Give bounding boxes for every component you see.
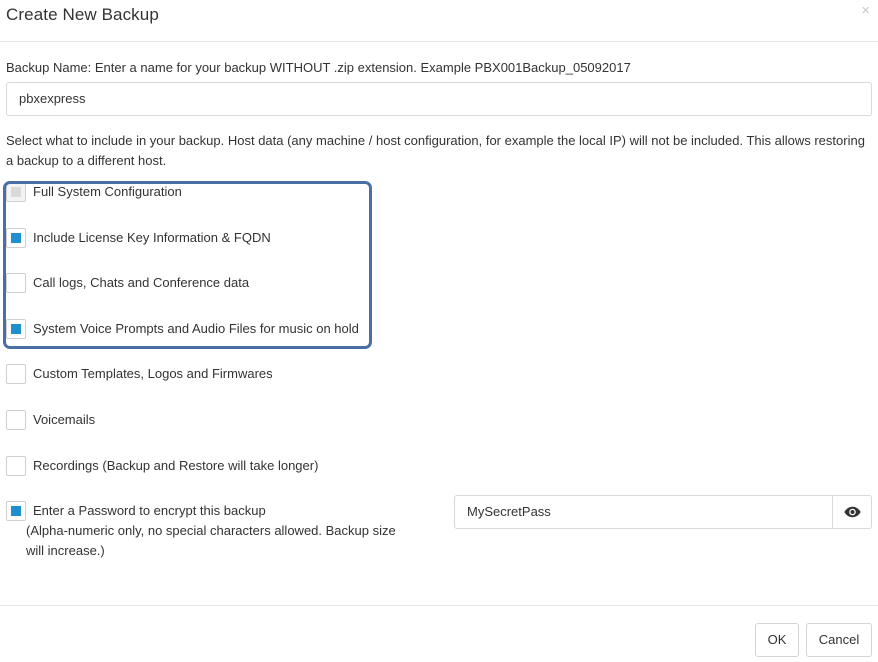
backup-contents-description: Select what to include in your backup. H…	[6, 133, 865, 168]
checkbox-custom-templates[interactable]	[6, 364, 26, 384]
password-input[interactable]: MySecretPass	[454, 495, 834, 529]
checkbox-voice-prompts-audio[interactable]	[6, 319, 26, 339]
ok-button[interactable]: OK	[755, 623, 799, 657]
create-backup-dialog: Create New Backup × Backup Name: Enter a…	[0, 0, 878, 662]
checkbox-license-key-fqdn[interactable]	[6, 228, 26, 248]
option-label: Voicemails	[33, 412, 96, 427]
password-note: (Alpha-numeric only, no special characte…	[26, 523, 396, 558]
option-label: Custom Templates, Logos and Firmwares	[33, 366, 273, 381]
checkbox-call-logs-chats-conference[interactable]	[6, 273, 26, 293]
eye-icon	[843, 506, 861, 518]
close-icon[interactable]: ×	[861, 2, 870, 19]
checkbox-voicemails[interactable]	[6, 410, 26, 430]
checkbox-full-system-configuration[interactable]	[6, 182, 26, 202]
option-label: Full System Configuration	[33, 184, 182, 199]
dialog-title: Create New Backup	[6, 5, 159, 24]
option-label: Recordings (Backup and Restore will take…	[33, 458, 319, 473]
option-label: System Voice Prompts and Audio Files for…	[33, 321, 359, 336]
dialog-footer: OK Cancel	[0, 605, 878, 662]
checkbox-encrypt-password[interactable]	[6, 501, 26, 521]
backup-name-input[interactable]: pbxexpress	[6, 82, 872, 116]
checkbox-recordings[interactable]	[6, 456, 26, 476]
option-label: Include License Key Information & FQDN	[33, 230, 271, 245]
cancel-button[interactable]: Cancel	[806, 623, 872, 657]
show-password-button[interactable]	[832, 495, 872, 529]
option-label: Call logs, Chats and Conference data	[33, 275, 250, 290]
option-label: Enter a Password to encrypt this backup	[33, 503, 266, 518]
dialog-header: Create New Backup ×	[0, 0, 878, 42]
password-input-group: MySecretPass	[454, 495, 872, 529]
backup-name-label: Backup Name: Enter a name for your backu…	[6, 60, 631, 75]
